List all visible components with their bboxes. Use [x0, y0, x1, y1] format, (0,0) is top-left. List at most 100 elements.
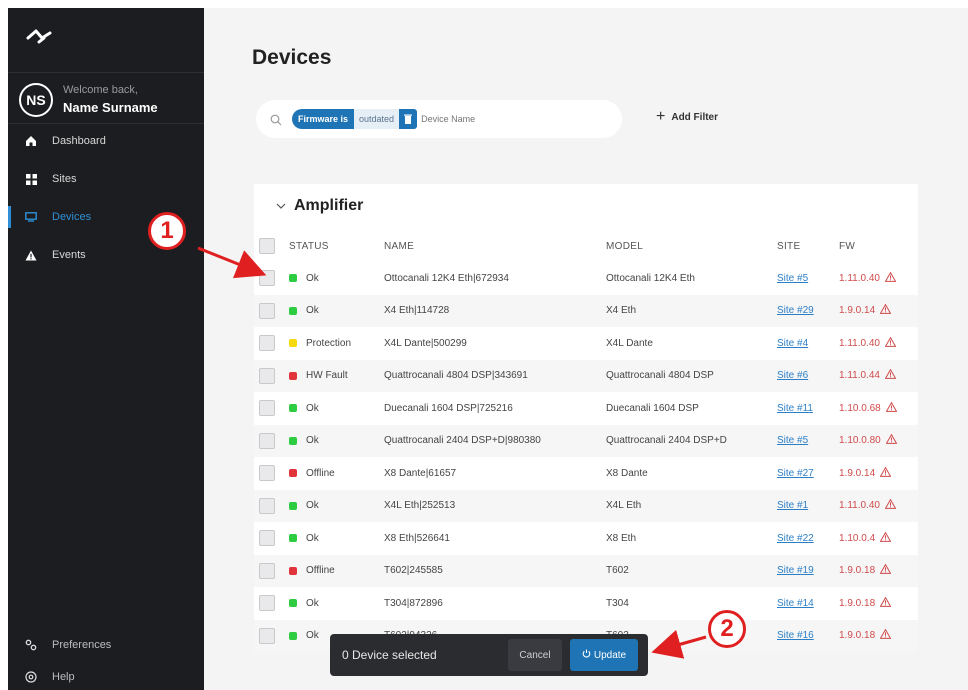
sidebar-item-preferences[interactable]: Preferences — [8, 632, 204, 658]
status-text: Ok — [306, 597, 319, 609]
row-checkbox[interactable] — [259, 400, 275, 416]
status-dot-icon — [289, 306, 297, 315]
status-text: Ok — [306, 402, 319, 414]
device-name-cell: X8 Dante|61657 — [384, 467, 457, 479]
cancel-button[interactable]: Cancel — [508, 639, 562, 671]
device-name-cell: Duecanali 1604 DSP|725216 — [384, 402, 513, 414]
status-text: Offline — [306, 467, 335, 479]
status-text: Ok — [306, 272, 319, 284]
row-checkbox[interactable] — [259, 302, 275, 319]
column-header-fw[interactable]: FW — [839, 241, 855, 252]
filter-chip[interactable]: Firmware is outdated — [292, 109, 418, 129]
column-header-site[interactable]: SITE — [777, 241, 800, 252]
site-link[interactable]: Site #19 — [777, 565, 814, 576]
table-row[interactable]: Ok Duecanali 1604 DSP|725216 Duecanali 160… — [254, 392, 918, 424]
column-header-model[interactable]: MODEL — [606, 241, 643, 252]
table-row[interactable]: Offline X8 Dante|61657 X8 Dante Site #27 1.9… — [254, 457, 918, 489]
fw-warning-icon — [880, 368, 897, 382]
device-name-cell: T602|245585 — [384, 565, 443, 576]
row-checkbox[interactable] — [259, 335, 275, 351]
add-filter-button[interactable]: + Add Filter — [656, 108, 718, 126]
site-link[interactable]: Site #11 — [777, 403, 813, 414]
table-row[interactable]: Protection X4L Dante|500299 X4L Dante Site … — [254, 327, 918, 359]
update-button[interactable]: Update — [570, 639, 638, 671]
table-row[interactable]: Ok X4L Eth|252513 X4L Eth Site #1 1.11.0.40 — [254, 489, 918, 522]
row-checkbox[interactable] — [259, 627, 275, 644]
table-row[interactable]: Ok X4 Eth|114728 X4 Eth Site #29 1.9.0.14 — [254, 294, 918, 327]
device-name-cell: T304|872896 — [384, 597, 443, 609]
status-cell: Ok — [289, 403, 319, 414]
row-checkbox[interactable] — [259, 530, 275, 546]
status-dot-icon — [289, 371, 297, 380]
row-checkbox[interactable] — [259, 465, 275, 481]
fw-version: 1.9.0.18 — [839, 565, 876, 576]
device-name-cell: X4 Eth|114728 — [384, 305, 450, 316]
site-link[interactable]: Site #27 — [777, 468, 814, 479]
fw-warning-icon — [875, 628, 892, 642]
status-cell: Ok — [289, 630, 319, 641]
grid-icon — [24, 172, 38, 186]
column-header-status[interactable]: STATUS — [289, 241, 329, 252]
table-row[interactable]: Ok Ottocanali 12K4 Eth|672934 Ottocanali 1… — [254, 262, 918, 294]
site-link[interactable]: Site #1 — [777, 500, 808, 511]
status-text: HW Fault — [306, 370, 348, 381]
fw-warning-icon — [881, 401, 898, 415]
device-model-cell: Quattrocanali 4804 DSP — [606, 370, 714, 381]
fw-version: 1.9.0.18 — [839, 630, 876, 641]
row-checkbox[interactable] — [259, 562, 275, 579]
group-header[interactable]: Amplifier — [276, 197, 363, 215]
fw-version: 1.9.0.18 — [839, 597, 876, 609]
filter-bar[interactable]: Firmware is outdated — [256, 100, 622, 138]
filter-chip-value: outdated — [354, 109, 400, 129]
status-cell: Ok — [289, 305, 319, 316]
app-window: NS Welcome back, Name Surname Dashboard … — [8, 8, 968, 690]
brand-logo-icon[interactable] — [26, 26, 56, 46]
fw-version: 1.9.0.14 — [839, 467, 876, 479]
status-dot-icon — [289, 599, 297, 607]
fw-cell: 1.11.0.40 — [839, 498, 897, 512]
row-checkbox[interactable] — [259, 497, 275, 514]
device-model-cell: Ottocanali 12K4 Eth — [606, 272, 695, 284]
power-icon — [582, 649, 591, 661]
site-link[interactable]: Site #16 — [777, 630, 814, 641]
avatar[interactable]: NS — [19, 83, 53, 117]
select-all-checkbox[interactable] — [259, 238, 275, 254]
update-label: Update — [593, 649, 627, 661]
fw-cell: 1.10.0.4 — [839, 531, 892, 545]
table-row[interactable]: HW Fault Quattrocanali 4804 DSP|343691 Qua… — [254, 359, 918, 392]
row-checkbox[interactable] — [259, 367, 275, 384]
monitor-icon — [24, 210, 38, 224]
add-filter-label: Add Filter — [671, 111, 719, 123]
row-checkbox[interactable] — [259, 432, 275, 449]
sidebar-item-sites[interactable]: Sites — [8, 164, 204, 194]
fw-warning-icon — [880, 336, 897, 350]
table-row[interactable]: Ok Quattrocanali 2404 DSP+D|980380 Quattro… — [254, 424, 918, 457]
remove-filter-button[interactable] — [399, 109, 418, 129]
site-link[interactable]: Site #29 — [777, 305, 814, 316]
fw-warning-icon — [875, 596, 892, 610]
sidebar-item-dashboard[interactable]: Dashboard — [8, 126, 204, 156]
row-checkbox[interactable] — [259, 270, 275, 286]
table-row[interactable]: Ok X8 Eth|526641 X8 Eth Site #22 1.10.0.4 — [254, 522, 918, 554]
fw-warning-icon — [875, 563, 892, 577]
selection-action-bar: 0 Device selected Cancel Update — [330, 634, 648, 676]
site-link[interactable]: Site #22 — [777, 533, 814, 544]
fw-version: 1.11.0.40 — [839, 337, 880, 349]
site-link[interactable]: Site #6 — [777, 370, 808, 381]
status-dot-icon — [289, 631, 297, 640]
table-row[interactable]: Ok T304|872896 T304 Site #14 1.9.0.18 — [254, 587, 918, 619]
site-link[interactable]: Site #5 — [777, 435, 808, 446]
filter-chip-key: Firmware is — [292, 109, 355, 129]
device-name-input[interactable] — [421, 114, 542, 124]
sidebar-item-help[interactable]: Help — [8, 664, 204, 690]
table-row[interactable]: Offline T602|245585 T602 Site #19 1.9.0.18 — [254, 554, 918, 587]
row-checkbox[interactable] — [259, 595, 275, 611]
fw-warning-icon — [880, 271, 897, 285]
sidebar-item-label: Devices — [52, 211, 92, 223]
column-header-name[interactable]: NAME — [384, 241, 414, 252]
fw-cell: 1.10.0.80 — [839, 433, 898, 447]
site-link[interactable]: Site #14 — [777, 598, 814, 609]
fw-version: 1.9.0.14 — [839, 305, 876, 316]
site-link[interactable]: Site #5 — [777, 273, 808, 284]
site-link[interactable]: Site #4 — [777, 338, 808, 349]
